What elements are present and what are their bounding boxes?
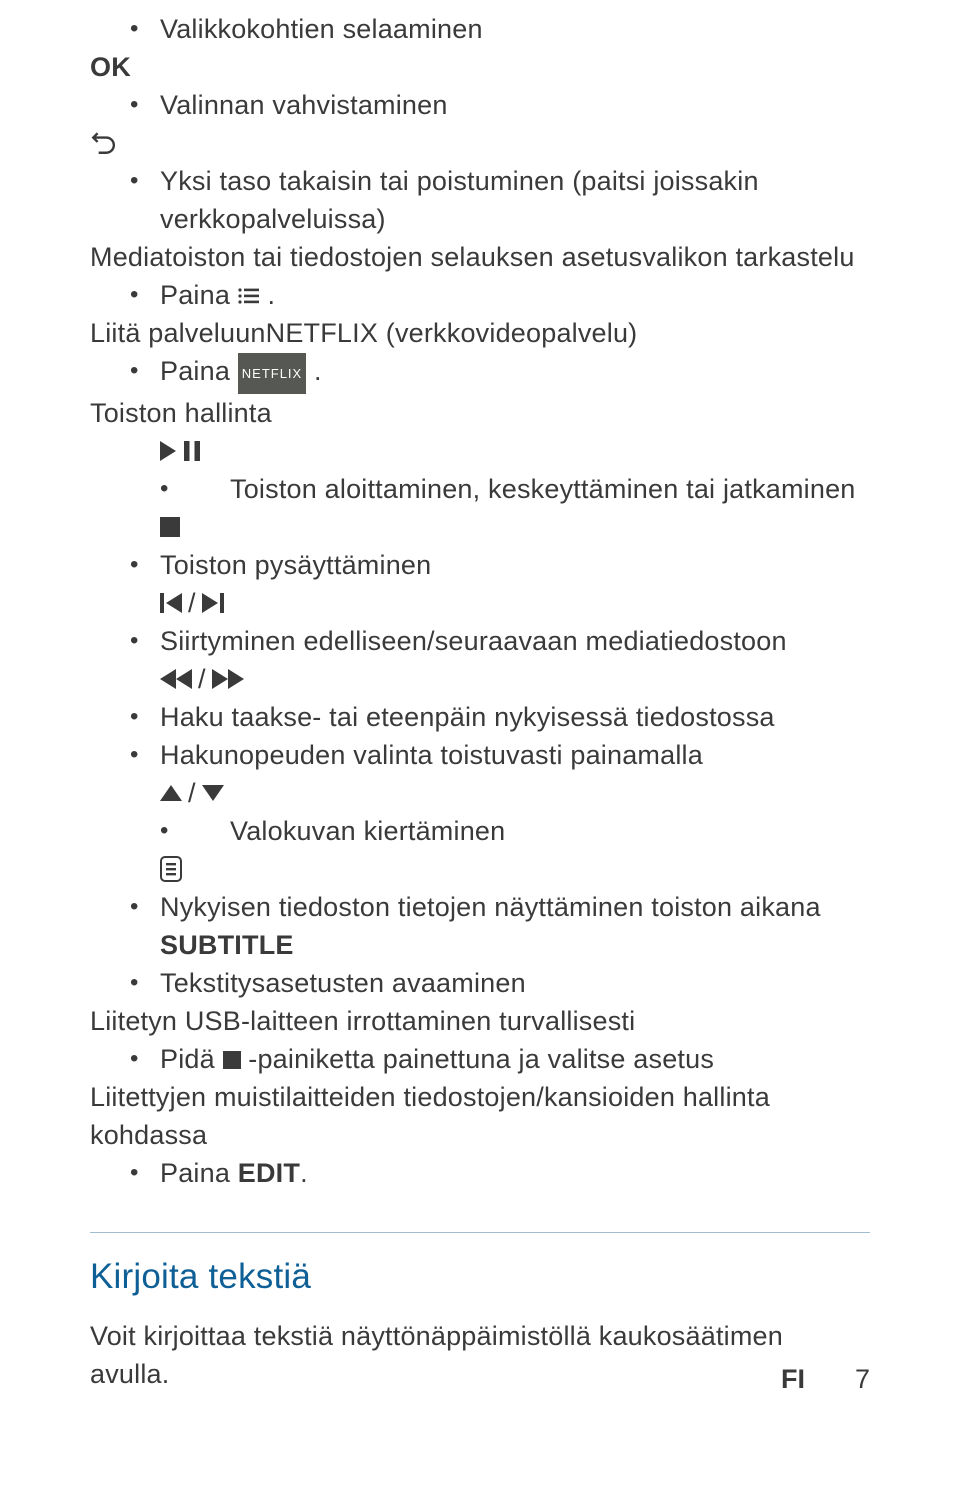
- fast-forward-icon: [212, 669, 244, 689]
- edit-label: EDIT: [238, 1158, 300, 1188]
- up-triangle-icon: [160, 785, 182, 801]
- stop-icon-row: [90, 508, 870, 546]
- slash-2: /: [198, 660, 206, 698]
- heading-storage-manage: Liitettyjen muistilaitteiden tiedostojen…: [90, 1078, 870, 1154]
- pause-icon: [184, 441, 200, 461]
- bullet-confirm: Valinnan vahvistaminen: [90, 86, 870, 124]
- section-divider: [90, 1232, 870, 1233]
- hold-a: Pidä: [160, 1044, 223, 1074]
- bullet-subtitle-action: Tekstitysasetusten avaaminen: [90, 964, 870, 1002]
- info-box-icon: [160, 856, 182, 882]
- info-icon-row: [90, 850, 870, 888]
- prev-next-icon-row: /: [90, 584, 870, 622]
- manual-page: Valikkokohtien selaaminen OK Valinnan va…: [0, 0, 960, 1490]
- bullet-stop: Toiston pysäyttäminen: [90, 546, 870, 584]
- heading-usb-safe-remove: Liitetyn USB-laitteen irrottaminen turva…: [90, 1002, 870, 1040]
- press-text-3: Paina: [160, 1158, 238, 1188]
- press-dot: .: [267, 280, 275, 310]
- bullet-browse: Valikkokohtien selaaminen: [90, 10, 870, 48]
- stop-icon: [160, 517, 180, 537]
- slash-3: /: [188, 774, 196, 812]
- press-text: Paina: [160, 280, 238, 310]
- footer-lang: FI: [781, 1364, 805, 1395]
- press-text-2: Paina: [160, 356, 238, 386]
- press-dot-2: .: [314, 356, 322, 386]
- bullet-back-one: Yksi taso takaisin tai poistuminen (pait…: [90, 162, 870, 238]
- edit-dot: .: [300, 1158, 308, 1188]
- skip-prev-icon: [160, 593, 182, 613]
- page-footer: FI 7: [781, 1364, 870, 1395]
- back-arrow-icon: [90, 130, 116, 156]
- bullet-seek-speed: Hakunopeuden valinta toistuvasti painama…: [90, 736, 870, 774]
- heading-netflix: Liitä palveluunNETFLIX (verkkovideopalve…: [90, 314, 870, 352]
- heading-playback-control: Toiston hallinta: [90, 394, 870, 432]
- label-subtitle: SUBTITLE: [90, 926, 870, 964]
- label-ok: OK: [90, 48, 870, 86]
- bullet-hold-stop: Pidä -painiketta painettuna ja valitse a…: [90, 1040, 870, 1078]
- netflix-heading-a: Liitä palveluun: [90, 318, 266, 348]
- bullet-prev-next: Siirtyminen edelliseen/seuraavaan mediat…: [90, 622, 870, 660]
- section-body: Voit kirjoittaa tekstiä näyttönäppäimist…: [90, 1317, 870, 1393]
- seek-icon-row: /: [90, 660, 870, 698]
- bullet-seek: Haku taakse- tai eteenpäin nykyisessä ti…: [90, 698, 870, 736]
- play-pause-icon-row: [90, 432, 870, 470]
- up-down-icon-row: /: [90, 774, 870, 812]
- netflix-heading-b: NETFLIX: [266, 318, 378, 348]
- footer-page-number: 7: [855, 1364, 870, 1395]
- bullet-info: Nykyisen tiedoston tietojen näyttäminen …: [90, 888, 870, 926]
- bullet-press-edit: Paina EDIT.: [90, 1154, 870, 1192]
- bullet-press-list: Paina .: [90, 276, 870, 314]
- section-title: Kirjoita tekstiä: [90, 1257, 870, 1297]
- netflix-badge-icon: NETFLIX: [238, 353, 306, 394]
- slash-1: /: [188, 584, 196, 622]
- stop-icon-inline: [223, 1051, 241, 1069]
- play-icon: [160, 441, 178, 461]
- bullet-press-netflix: Paina NETFLIX .: [90, 352, 870, 394]
- hold-b: -painiketta painettuna ja valitse asetus: [248, 1044, 714, 1074]
- rewind-icon: [160, 669, 192, 689]
- bullet-play-pause: Toiston aloittaminen, keskeyttäminen tai…: [90, 470, 870, 508]
- back-icon-row: [90, 124, 870, 162]
- bullet-rotate: Valokuvan kiertäminen: [90, 812, 870, 850]
- heading-media-settings: Mediatoiston tai tiedostojen selauksen a…: [90, 238, 870, 276]
- list-menu-icon: [238, 287, 260, 305]
- down-triangle-icon: [202, 785, 224, 801]
- skip-next-icon: [202, 593, 224, 613]
- netflix-heading-c: (verkkovideopalvelu): [378, 318, 637, 348]
